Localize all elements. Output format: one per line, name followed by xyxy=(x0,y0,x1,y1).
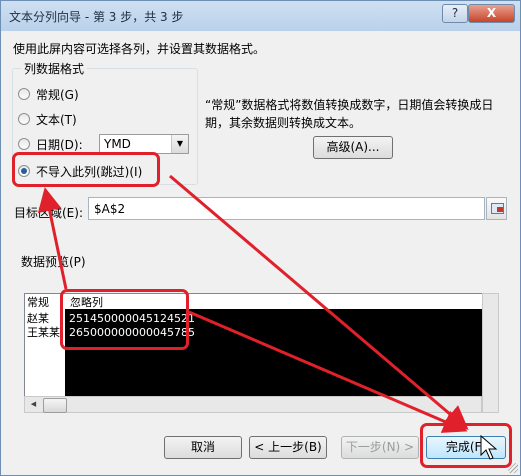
mouse-cursor-icon xyxy=(480,434,498,460)
